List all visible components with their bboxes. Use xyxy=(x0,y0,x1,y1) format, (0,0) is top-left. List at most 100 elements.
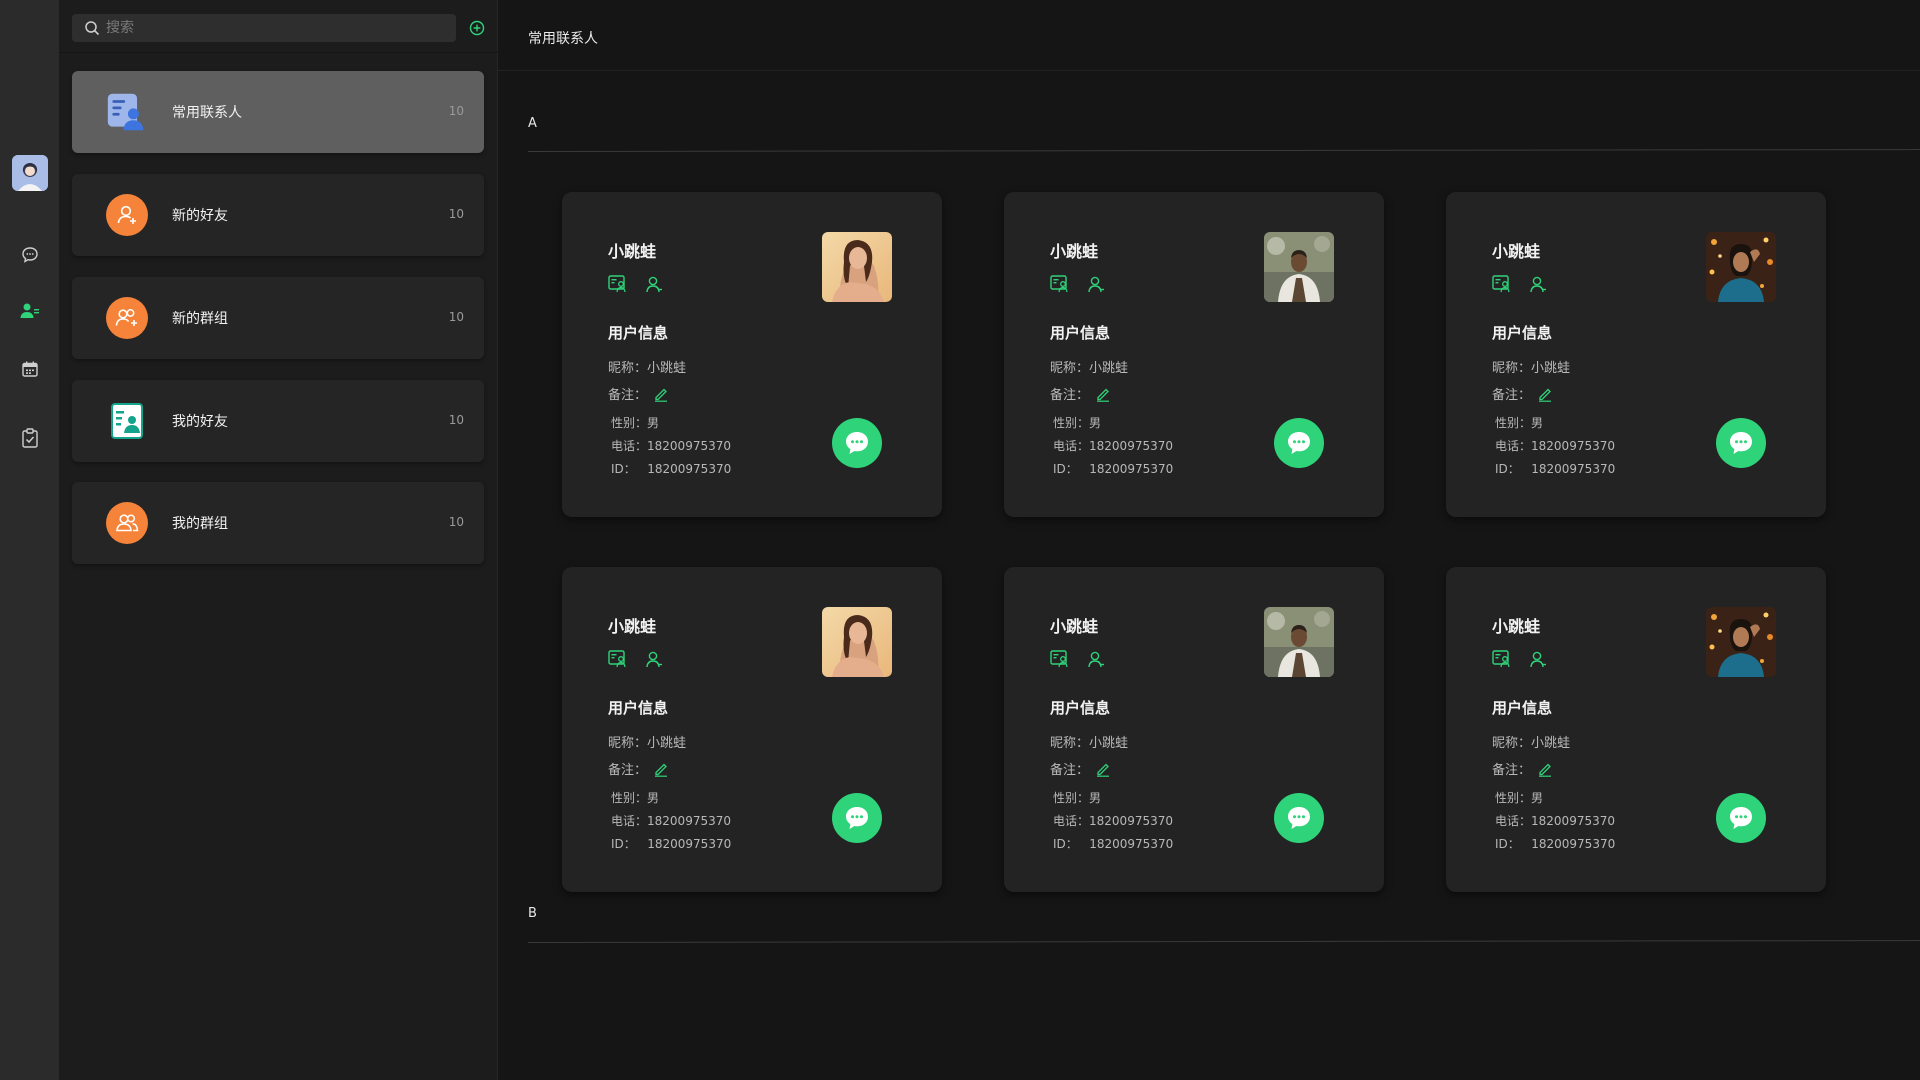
card-field-id: 18200975370 xyxy=(647,462,732,476)
contact-photo-woman-portrait[interactable] xyxy=(822,232,892,302)
user-icon[interactable] xyxy=(1086,649,1106,669)
card-field-nickname: 小跳蛙 xyxy=(1531,361,1571,376)
avatar[interactable] xyxy=(12,155,48,191)
card-field-phone: 18200975370 xyxy=(1089,439,1173,453)
add-contact-button[interactable] xyxy=(467,18,487,38)
nickname-row: 昵称：小跳蛙 xyxy=(1050,732,1128,751)
send-message-button[interactable] xyxy=(832,793,882,843)
add-user-icon xyxy=(106,194,148,236)
chat-bubble-icon xyxy=(1730,432,1752,454)
nav-item-frequent-contacts[interactable]: 常用联系人 10 xyxy=(72,71,484,153)
card-field-id-label: ID： xyxy=(1495,462,1520,476)
id-row: ID： 18200975370 xyxy=(611,835,731,852)
profile-card-icon[interactable] xyxy=(1492,649,1512,669)
nav-count: 10 xyxy=(448,104,464,118)
edit-icon[interactable] xyxy=(653,386,669,406)
remark-row: 备注： xyxy=(1050,384,1111,406)
contact-card: 小跳蛙 用户信息 昵称：小跳蛙 备注： 性别：男 电话：18200975370 … xyxy=(562,567,942,892)
chat-bubble-icon xyxy=(846,432,868,454)
card-field-remark-label: 备注： xyxy=(1492,388,1532,403)
card-field-gender-label: 性别： xyxy=(1053,791,1090,805)
card-field-nickname: 小跳蛙 xyxy=(1089,361,1129,376)
profile-card-icon[interactable] xyxy=(1492,274,1512,294)
nav-label: 新的群组 xyxy=(172,311,228,327)
card-field-nickname: 小跳蛙 xyxy=(647,361,687,376)
card-field-gender: 男 xyxy=(1089,791,1102,805)
profile-card-icon[interactable] xyxy=(1050,274,1070,294)
contact-photo-woman-lights-portrait[interactable] xyxy=(1706,232,1776,302)
card-field-gender-label: 性别： xyxy=(611,416,648,430)
card-field-id: 18200975370 xyxy=(1531,837,1616,851)
chat-icon[interactable] xyxy=(17,242,43,268)
contact-name: 小跳蛙 xyxy=(1492,617,1541,636)
card-field-id: 18200975370 xyxy=(1531,462,1616,476)
send-message-button[interactable] xyxy=(832,418,882,468)
remark-row: 备注： xyxy=(1492,384,1553,406)
nav-count: 10 xyxy=(448,515,464,529)
card-field-phone-label: 电话： xyxy=(611,439,648,453)
send-message-button[interactable] xyxy=(1716,418,1766,468)
edit-icon[interactable] xyxy=(1537,386,1553,406)
card-field-gender: 男 xyxy=(1531,791,1544,805)
contact-photo-woman-lights-portrait[interactable] xyxy=(1706,607,1776,677)
card-field-remark-label: 备注： xyxy=(608,763,648,778)
contacts-icon[interactable] xyxy=(17,298,43,324)
header-divider xyxy=(498,70,1920,71)
nav-label: 我的好友 xyxy=(172,414,228,430)
user-icon[interactable] xyxy=(1086,274,1106,294)
user-icon[interactable] xyxy=(644,274,664,294)
profile-card-icon[interactable] xyxy=(1050,649,1070,669)
card-field-gender-label: 性别： xyxy=(611,791,648,805)
panel-divider xyxy=(60,52,498,53)
nav-item-my-groups[interactable]: 我的群组 10 xyxy=(72,482,484,564)
profile-card-icon[interactable] xyxy=(608,649,628,669)
contact-photo-man-portrait[interactable] xyxy=(1264,232,1334,302)
send-message-button[interactable] xyxy=(1274,418,1324,468)
remark-row: 备注： xyxy=(1492,759,1553,781)
card-field-id: 18200975370 xyxy=(1089,462,1174,476)
nickname-row: 昵称：小跳蛙 xyxy=(608,732,686,751)
send-message-button[interactable] xyxy=(1274,793,1324,843)
nav-item-new-friends[interactable]: 新的好友 10 xyxy=(72,174,484,256)
nav-item-new-groups[interactable]: 新的群组 10 xyxy=(72,277,484,359)
user-icon[interactable] xyxy=(1528,649,1548,669)
edit-icon[interactable] xyxy=(653,761,669,781)
calendar-icon[interactable] xyxy=(17,356,43,382)
plus-circle-icon xyxy=(469,20,485,36)
card-field-remark-label: 备注： xyxy=(1050,388,1090,403)
nav-count: 10 xyxy=(448,207,464,221)
card-field-nickname: 小跳蛙 xyxy=(1531,736,1571,751)
card-field-id-label: ID： xyxy=(611,837,636,851)
chat-bubble-icon xyxy=(1730,807,1752,829)
nickname-row: 昵称：小跳蛙 xyxy=(608,357,686,376)
gender-row: 性别：男 xyxy=(611,789,659,806)
edit-icon[interactable] xyxy=(1537,761,1553,781)
left-rail xyxy=(0,0,60,1080)
card-field-id: 18200975370 xyxy=(647,837,732,851)
user-icon[interactable] xyxy=(644,649,664,669)
card-field-nickname: 小跳蛙 xyxy=(1089,736,1129,751)
gender-row: 性别：男 xyxy=(611,414,659,431)
phone-row: 电话：18200975370 xyxy=(1053,437,1173,454)
send-message-button[interactable] xyxy=(1716,793,1766,843)
card-field-nickname-label: 昵称： xyxy=(1050,361,1090,376)
edit-icon[interactable] xyxy=(1095,761,1111,781)
user-icon[interactable] xyxy=(1528,274,1548,294)
edit-icon[interactable] xyxy=(1095,386,1111,406)
search-input[interactable] xyxy=(100,14,456,42)
card-field-gender-label: 性别： xyxy=(1053,416,1090,430)
card-field-nickname-label: 昵称： xyxy=(1492,736,1532,751)
clipboard-icon[interactable] xyxy=(17,425,43,451)
contact-photo-man-portrait[interactable] xyxy=(1264,607,1334,677)
contact-card: 小跳蛙 用户信息 昵称：小跳蛙 备注： 性别：男 电话：18200975370 … xyxy=(1446,567,1826,892)
card-field-phone-label: 电话： xyxy=(611,814,648,828)
card-field-gender: 男 xyxy=(647,791,660,805)
card-field-phone: 18200975370 xyxy=(1089,814,1173,828)
user-info-heading: 用户信息 xyxy=(1050,699,1111,717)
app-window: 常用联系人 10 新的好友 10 新的群组 10 我的好友 10 xyxy=(0,0,1920,1080)
profile-card-icon[interactable] xyxy=(608,274,628,294)
contact-photo-woman-portrait[interactable] xyxy=(822,607,892,677)
nav-label: 我的群组 xyxy=(172,516,228,532)
nav-item-my-friends[interactable]: 我的好友 10 xyxy=(72,380,484,462)
chat-bubble-icon xyxy=(1288,807,1310,829)
